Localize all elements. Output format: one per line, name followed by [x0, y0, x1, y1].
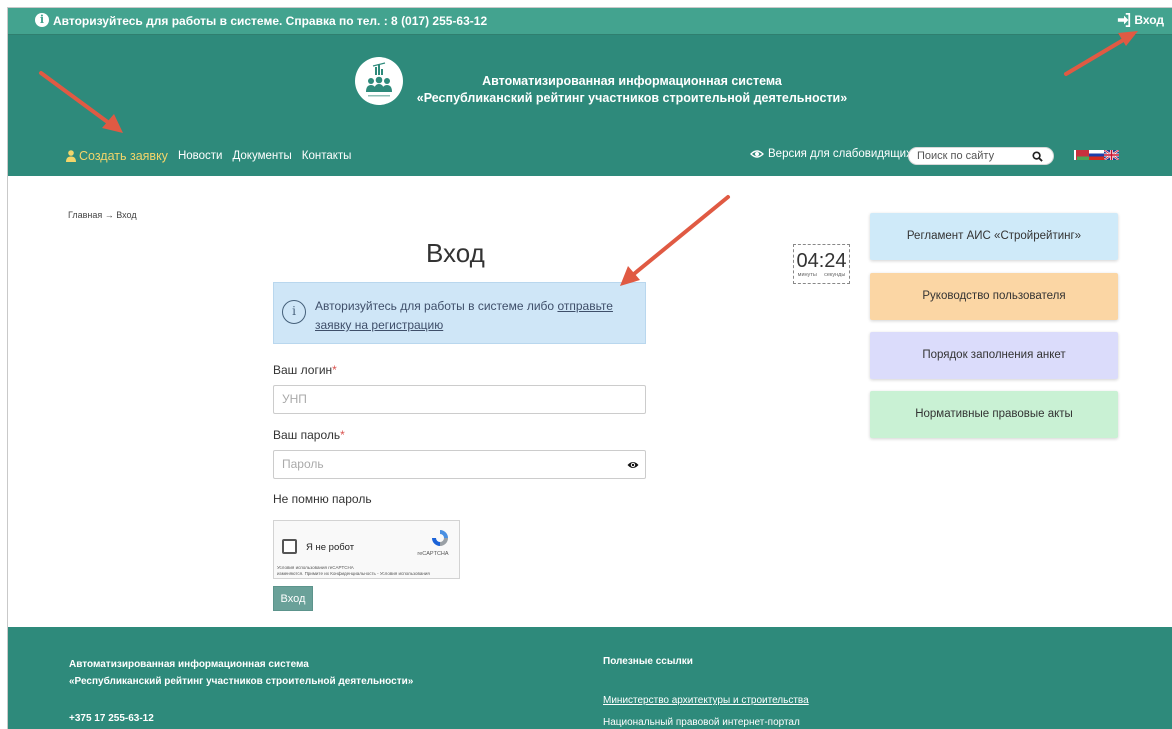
search-icon[interactable] [1032, 151, 1043, 162]
site-header: Автоматизированная информационная систем… [8, 35, 1172, 176]
recaptcha-terms: Условия использования reCAPTCHA изменяют… [277, 565, 430, 577]
browser-frame: i Авторизуйтесь для работы в системе. Сп… [8, 8, 1172, 729]
footer-title-line1: Автоматизированная информационная систем… [69, 659, 309, 670]
form-filling-button[interactable]: Порядок заполнения анкет [870, 332, 1118, 379]
session-timer: 04:24 минуты секунды [793, 244, 850, 284]
main-nav: Создать заявку Новости Документы Контакт… [66, 149, 351, 163]
info-circle-icon: i [282, 300, 306, 324]
timer-minutes-label: минуты [797, 272, 817, 278]
nav-contacts[interactable]: Контакты [302, 150, 352, 162]
required-mark: * [340, 428, 345, 442]
login-label: Ваш логин* [273, 363, 337, 377]
site-footer: Автоматизированная информационная систем… [8, 627, 1172, 729]
forgot-password-link[interactable]: Не помню пароль [273, 492, 372, 506]
nav-news[interactable]: Новости [178, 150, 223, 162]
timer-seconds-label: секунды [824, 272, 846, 278]
site-title-line2: «Республиканский рейтинг участников стро… [416, 91, 848, 105]
password-label-text: Ваш пароль [273, 428, 341, 442]
sign-in-icon [1118, 13, 1131, 27]
alert-text: Авторизуйтесь для работы в системе либо [315, 299, 555, 313]
info-icon: i [35, 13, 49, 27]
flag-uk-icon[interactable] [1104, 150, 1119, 160]
password-field [273, 450, 646, 479]
recaptcha-label: Я не робот [306, 542, 355, 553]
site-logo[interactable] [355, 57, 403, 105]
password-label: Ваш пароль* [273, 428, 345, 442]
login-field [273, 385, 646, 414]
show-password-icon[interactable] [627, 460, 639, 470]
nav-create-request[interactable]: Создать заявку [66, 149, 168, 163]
top-notice-bar: i Авторизуйтесь для работы в системе. Сп… [8, 8, 1172, 35]
flag-ru-icon[interactable] [1089, 150, 1104, 160]
timer-value: 04:24 [796, 250, 847, 272]
recaptcha-terms-line3[interactable]: Конфиденциальность - Условия использован… [330, 571, 430, 576]
footer-title-line2: «Республиканский рейтинг участников стро… [69, 676, 414, 687]
header-login-label: Вход [1134, 13, 1164, 27]
site-search [908, 147, 1054, 165]
nav-documents[interactable]: Документы [232, 150, 291, 162]
login-input[interactable] [282, 392, 622, 406]
arrow-to-register-link-icon [620, 195, 730, 286]
login-submit-button[interactable]: Вход [273, 586, 313, 611]
search-input[interactable] [917, 149, 1027, 163]
recaptcha-widget: Я не робот reCAPTCHA Условия использован… [273, 520, 460, 579]
footer-phone[interactable]: +375 17 255-63-12 [69, 713, 154, 724]
low-vision-link[interactable]: Версия для слабовидящих [750, 148, 912, 160]
legal-portal-link[interactable]: Национальный правовой интернет-портал [603, 717, 800, 728]
page-title: Вход [426, 238, 485, 268]
header-login-link[interactable]: Вход [1117, 13, 1164, 27]
footer-title: Автоматизированная информационная систем… [69, 656, 413, 690]
required-mark: * [332, 363, 337, 377]
recaptcha-brand: reCAPTCHA [417, 551, 449, 557]
login-label-text: Ваш логин [273, 363, 333, 377]
flag-by-icon[interactable] [1074, 150, 1089, 160]
low-vision-label: Версия для слабовидящих [768, 148, 912, 160]
recaptcha-logo-icon [432, 530, 448, 546]
breadcrumb[interactable]: Главная → Вход [68, 210, 137, 220]
auth-notice: Авторизуйтесь для работы в системе. Спра… [53, 14, 488, 28]
site-title-line1: Автоматизированная информационная систем… [482, 74, 782, 88]
legal-acts-button[interactable]: Нормативные правовые акты [870, 391, 1118, 438]
user-guide-button[interactable]: Руководство пользователя [870, 273, 1118, 320]
useful-links-title: Полезные ссылки [603, 656, 693, 667]
eye-icon [750, 150, 764, 158]
recaptcha-checkbox[interactable] [282, 539, 297, 554]
language-switcher [1074, 150, 1119, 160]
ministry-link[interactable]: Министерство архитектуры и строительства [603, 695, 809, 706]
password-input[interactable] [282, 457, 622, 471]
logo-emblem-icon [366, 62, 392, 97]
info-alert: i Авторизуйтесь для работы в системе либ… [273, 282, 646, 344]
site-title: Автоматизированная информационная систем… [412, 73, 852, 107]
regulation-button[interactable]: Регламент АИС «Стройрейтинг» [870, 213, 1118, 260]
recaptcha-terms-line2[interactable]: изменяются. Примите их [277, 571, 329, 576]
person-icon [66, 150, 76, 162]
nav-create-label: Создать заявку [79, 149, 168, 163]
